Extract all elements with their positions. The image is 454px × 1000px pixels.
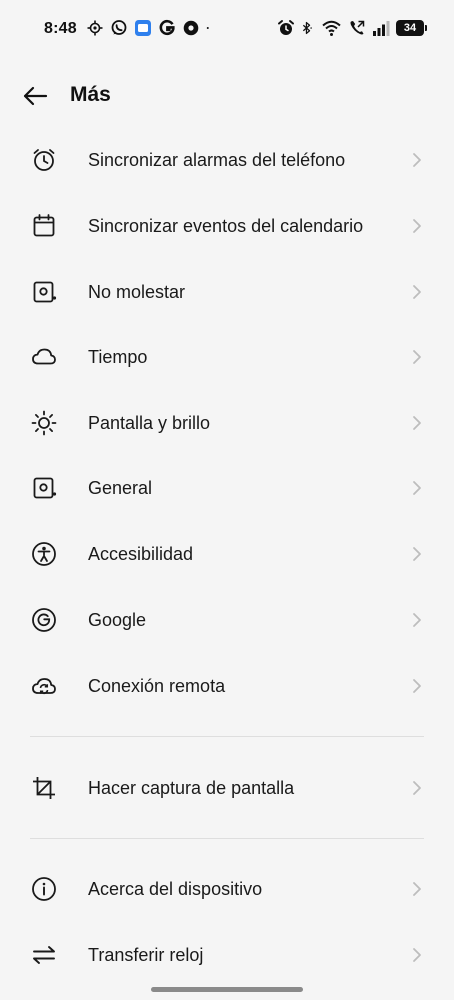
menu-item-label: Sincronizar eventos del calendario xyxy=(88,215,364,236)
menu-item-google[interactable]: Google xyxy=(0,594,454,646)
menu-item-accessibility[interactable]: Accesibilidad xyxy=(0,528,454,580)
chevron-right-icon xyxy=(410,612,424,628)
menu-item-general[interactable]: General xyxy=(0,462,454,514)
calendar-icon xyxy=(30,212,58,240)
chevron-right-icon xyxy=(410,218,424,234)
menu-item-label: Transferir reloj xyxy=(88,944,204,965)
menu-item-label: No molestar xyxy=(88,281,186,302)
wifi-icon xyxy=(322,20,341,36)
crop-icon xyxy=(30,774,58,802)
menu-item-label: Sincronizar alarmas del teléfono xyxy=(88,149,346,170)
menu-item-transfer-watch[interactable]: Transferir reloj xyxy=(0,929,454,981)
menu-item-label: Pantalla y brillo xyxy=(88,412,211,433)
chevron-right-icon xyxy=(410,415,424,431)
info-icon xyxy=(30,875,58,903)
chevron-right-icon xyxy=(410,678,424,694)
menu-item-label: General xyxy=(88,477,153,498)
menu-item-sync-calendar[interactable]: Sincronizar eventos del calendario xyxy=(0,196,454,256)
status-time: 8:48 xyxy=(44,20,77,37)
bluetooth-icon xyxy=(302,21,312,35)
do-not-disturb-icon xyxy=(30,278,58,306)
menu-item-about-device[interactable]: Acerca del dispositivo xyxy=(0,863,454,915)
chevron-right-icon xyxy=(410,480,424,496)
chevron-right-icon xyxy=(410,349,424,365)
battery-indicator: 34 xyxy=(396,20,427,36)
call-icon xyxy=(350,20,365,35)
menu-item-screenshot[interactable]: Hacer captura de pantalla xyxy=(0,762,454,814)
cloud-sync-icon xyxy=(30,672,58,700)
accessibility-icon xyxy=(30,540,58,568)
status-bar: 8:48 34 xyxy=(0,0,454,58)
signal-icon xyxy=(373,21,390,36)
menu-item-label: Google xyxy=(88,609,147,630)
chevron-right-icon xyxy=(410,780,424,796)
chevron-right-icon xyxy=(410,881,424,897)
notification-icons xyxy=(86,19,214,37)
chevron-right-icon xyxy=(410,947,424,963)
brightness-icon xyxy=(30,409,58,437)
chevron-right-icon xyxy=(410,546,424,562)
divider xyxy=(30,838,424,839)
arrow-left-icon xyxy=(23,86,48,106)
menu-item-remote-connection[interactable]: Conexión remota xyxy=(0,660,454,712)
header: Más xyxy=(0,70,454,122)
menu-item-label: Tiempo xyxy=(88,346,148,367)
circle-app-icon xyxy=(183,20,199,36)
location-icon xyxy=(87,20,103,36)
app-icon xyxy=(135,20,151,36)
dot-icon xyxy=(206,26,209,30)
cloud-icon xyxy=(30,343,58,371)
settings-square-icon xyxy=(30,474,58,502)
menu-item-do-not-disturb[interactable]: No molestar xyxy=(0,266,454,318)
transfer-icon xyxy=(30,941,58,969)
alarm-clock-icon xyxy=(30,146,58,174)
divider xyxy=(30,736,424,737)
chevron-right-icon xyxy=(410,284,424,300)
menu-item-sync-alarms[interactable]: Sincronizar alarmas del teléfono xyxy=(0,134,454,186)
whatsapp-icon xyxy=(111,20,127,35)
menu-item-label: Accesibilidad xyxy=(88,543,194,564)
menu-item-weather[interactable]: Tiempo xyxy=(0,331,454,383)
google-icon xyxy=(30,606,58,634)
chevron-right-icon xyxy=(410,152,424,168)
page-title: Más xyxy=(70,83,111,106)
alarm-icon xyxy=(278,20,294,35)
home-indicator[interactable] xyxy=(151,987,303,992)
menu-item-display-brightness[interactable]: Pantalla y brillo xyxy=(0,397,454,449)
menu-item-label: Acerca del dispositivo xyxy=(88,878,263,899)
menu-item-label: Hacer captura de pantalla xyxy=(88,777,295,798)
back-button[interactable] xyxy=(20,82,50,110)
menu-item-label: Conexión remota xyxy=(88,675,226,696)
system-status-icons: 34 xyxy=(277,19,427,37)
google-icon xyxy=(159,19,175,36)
